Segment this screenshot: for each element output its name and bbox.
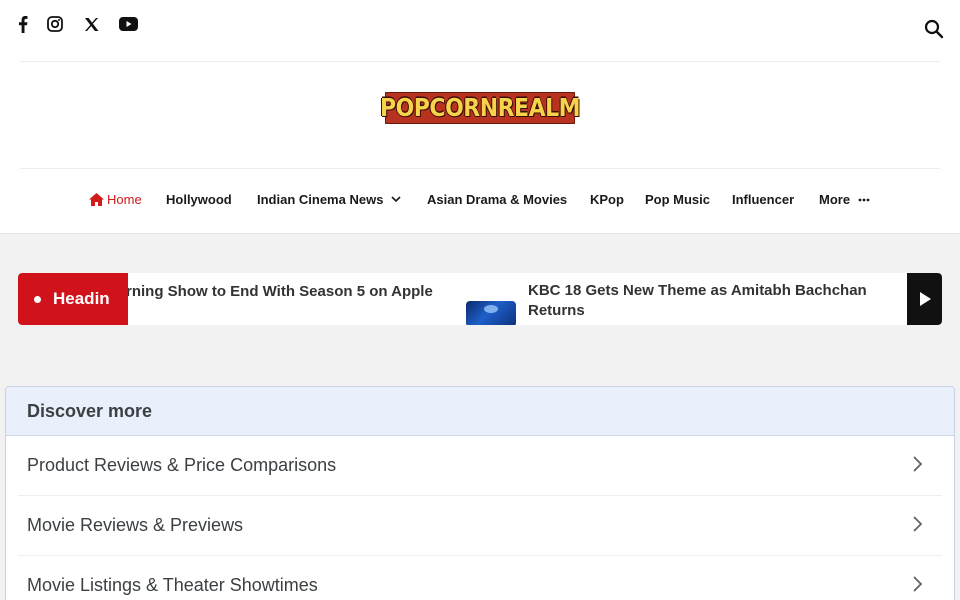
nav-item-indian-cinema[interactable]: Indian Cinema News [257,192,401,207]
discover-item[interactable]: Movie Listings & Theater Showtimes [18,556,942,600]
discover-item-label: Product Reviews & Price Comparisons [27,455,337,475]
search-icon[interactable] [924,19,944,39]
site-logo[interactable]: POPCORNREALM [380,92,581,124]
nav-item-hollywood[interactable]: Hollywood [166,192,232,207]
discover-item[interactable]: Movie Reviews & Previews [18,496,942,556]
discover-item-label: Movie Listings & Theater Showtimes [27,575,318,595]
nav-item-label: Asian Drama & Movies [427,192,568,207]
nav-item-label: More [819,192,851,207]
nav-item-label: Hollywood [166,192,232,207]
nav-item-kpop[interactable]: KPop [590,192,624,207]
nav-item-label: Influencer [732,192,795,207]
dot-icon [34,295,41,303]
nav-item-label: Home [107,192,142,207]
nav-item-label: Pop Music [645,192,711,207]
ticker-play-button[interactable] [907,273,942,325]
ticker-headline[interactable]: rning Show to End With Season 5 on Apple [126,283,433,300]
nav-item-more[interactable]: More [819,192,870,207]
discover-item-label: Movie Reviews & Previews [27,515,244,535]
ticker-label: Headin [18,273,128,325]
ticker-headline[interactable]: KBC 18 Gets New Theme as Amitabh Bachcha… [528,281,898,321]
ticker-thumbnail[interactable] [466,301,516,325]
home-icon [89,193,104,206]
site-header: POPCORNREALM Home Hollywood Indian Cinem… [0,0,960,234]
youtube-icon[interactable] [117,14,139,34]
chevron-right-icon [913,456,922,472]
top-bar [0,0,960,62]
nav-item-influencer[interactable]: Influencer [732,192,794,207]
play-icon [919,292,931,306]
discover-heading: Discover more [6,387,954,436]
ticker-label-text: Headin [53,289,110,308]
discover-more-panel: Discover more Product Reviews & Price Co… [5,386,955,600]
headline-ticker: Headin rning Show to End With Season 5 o… [18,273,942,325]
x-icon[interactable] [80,14,102,34]
nav-item-label: KPop [590,192,624,207]
instagram-icon[interactable] [44,14,66,34]
more-dots-icon [858,198,870,201]
discover-item[interactable]: Product Reviews & Price Comparisons [18,436,942,496]
nav-item-home[interactable]: Home [89,192,142,207]
chevron-right-icon [913,516,922,532]
main-nav: Home Hollywood Indian Cinema News Asian … [0,169,960,233]
nav-item-pop-music[interactable]: Pop Music [645,192,710,207]
facebook-icon[interactable] [12,14,34,34]
chevron-right-icon [913,576,922,592]
logo-text: POPCORNREALM [379,94,581,122]
nav-item-label: Indian Cinema News [257,192,384,207]
chevron-down-icon [391,196,401,203]
nav-item-asian-drama[interactable]: Asian Drama & Movies [427,192,567,207]
divider [20,61,940,62]
